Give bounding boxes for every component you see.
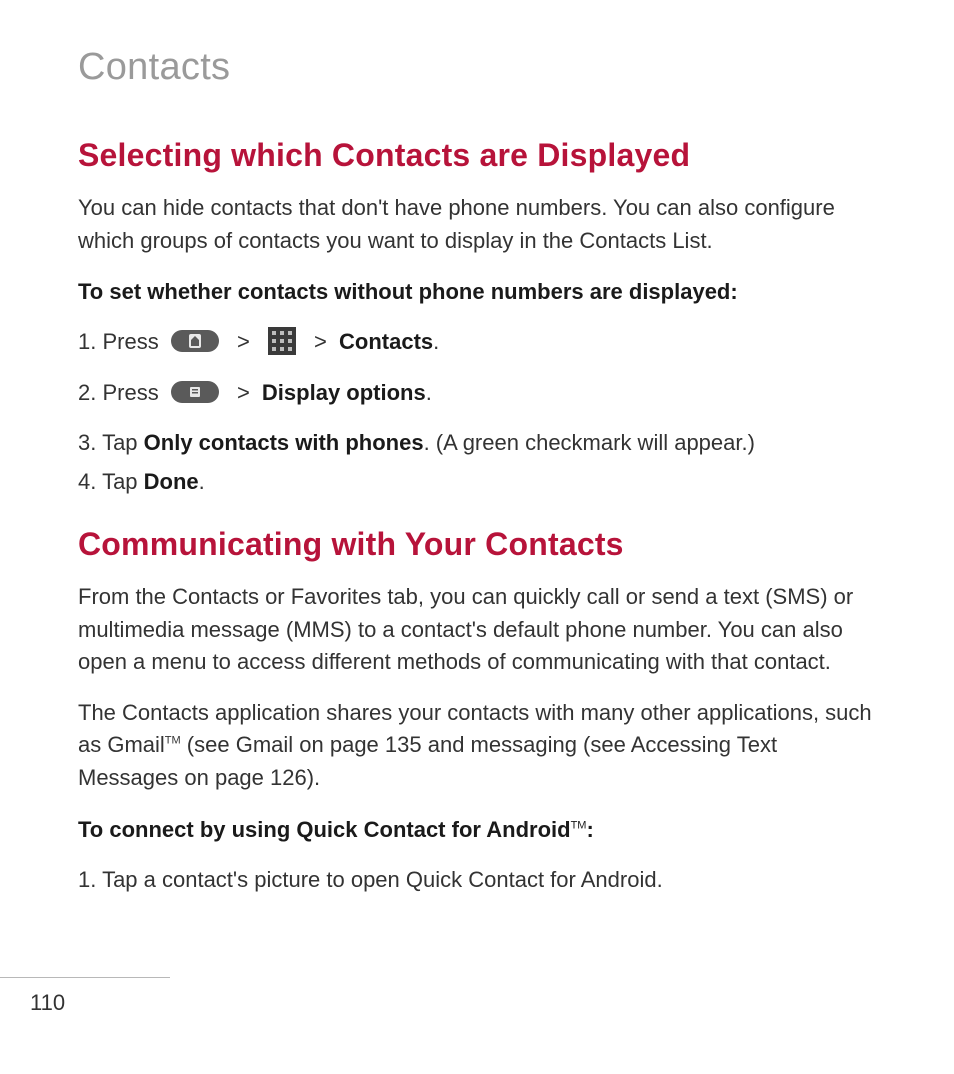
step-3: 3. Tap Only contacts with phones. (A gre… <box>78 427 882 460</box>
step-2-dot: . <box>426 380 432 405</box>
subheading-set-display: To set whether contacts without phone nu… <box>78 275 882 308</box>
comm-step-1: 1. Tap a contact's picture to open Quick… <box>78 864 882 897</box>
comm-paragraph-2: The Contacts application shares your con… <box>78 697 882 795</box>
step-1-prefix: 1. Press <box>78 329 165 354</box>
chevron: > <box>314 329 327 354</box>
comm-paragraph-1: From the Contacts or Favorites tab, you … <box>78 581 882 679</box>
step-4-dot: . <box>199 469 205 494</box>
apps-grid-icon <box>268 327 296 355</box>
page-rule <box>0 977 170 978</box>
comm-paragraph-2b: (see Gmail on page 135 and messaging (se… <box>78 732 777 790</box>
step-3-rest: . (A green checkmark will appear.) <box>424 430 755 455</box>
trademark-icon: TM <box>571 819 587 831</box>
step-4: 4. Tap Done. <box>78 466 882 499</box>
step-1-bold: Contacts <box>339 329 433 354</box>
step-3-prefix: 3. Tap <box>78 430 144 455</box>
step-2-bold: Display options <box>262 380 426 405</box>
page-number: 110 <box>30 990 65 1016</box>
step-1: 1. Press > > Contacts. <box>78 326 882 359</box>
step-4-prefix: 4. Tap <box>78 469 144 494</box>
page-title: Contacts <box>78 46 882 89</box>
chevron: > <box>237 380 250 405</box>
section-heading-communicating: Communicating with Your Contacts <box>78 526 882 563</box>
step-2-prefix: 2. Press <box>78 380 165 405</box>
intro-paragraph: You can hide contacts that don't have ph… <box>78 192 882 257</box>
subheading-quick-contact: To connect by using Quick Contact for An… <box>78 813 882 846</box>
subheading-qc-a: To connect by using Quick Contact for An… <box>78 817 571 842</box>
subheading-qc-b: : <box>586 817 593 842</box>
section-heading-selecting: Selecting which Contacts are Displayed <box>78 137 882 174</box>
menu-key-icon <box>171 381 219 403</box>
trademark-icon: TM <box>165 735 181 747</box>
step-3-bold: Only contacts with phones <box>144 430 424 455</box>
step-2: 2. Press > Display options. <box>78 377 882 410</box>
chevron: > <box>237 329 250 354</box>
step-1-dot: . <box>433 329 439 354</box>
step-4-bold: Done <box>144 469 199 494</box>
home-key-icon <box>171 330 219 352</box>
